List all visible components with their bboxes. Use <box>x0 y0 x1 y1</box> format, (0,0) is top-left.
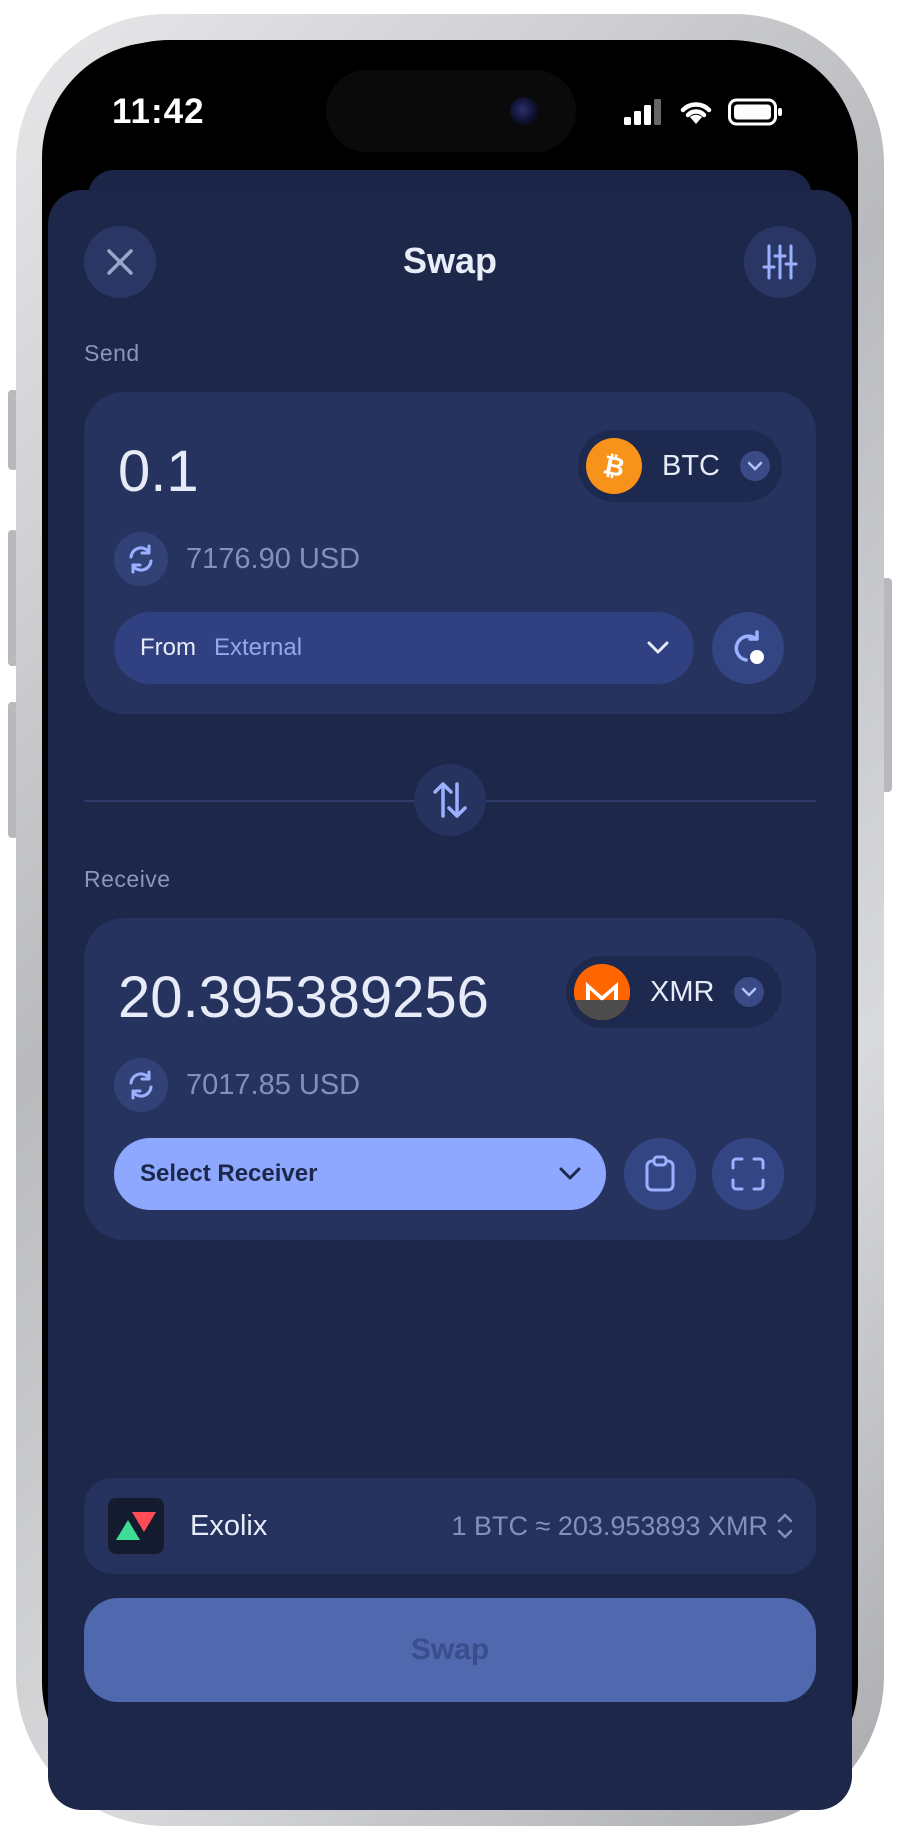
from-value: External <box>214 634 303 661</box>
wifi-icon <box>680 102 712 124</box>
status-icons <box>624 98 784 126</box>
sliders-icon <box>762 244 798 280</box>
receive-card: 20.395389256 XMR 7017.85 USD Select Rece… <box>84 918 816 1240</box>
send-usd-value: 7176.90 USD <box>186 542 361 575</box>
refresh-icon[interactable] <box>114 532 168 586</box>
swap-arrows-icon <box>433 782 467 818</box>
receive-coin-symbol: XMR <box>650 975 715 1008</box>
from-label: From <box>140 634 196 661</box>
chevron-down-icon <box>559 1167 581 1180</box>
switch-direction-button[interactable] <box>414 764 486 836</box>
camera-icon <box>510 97 538 125</box>
chevron-down-icon <box>740 451 770 481</box>
provider-selector[interactable]: Exolix 1 BTC ≈ 203.953893 XMR <box>84 1478 816 1574</box>
receive-usd-row: 7017.85 USD <box>114 1058 360 1112</box>
select-receiver-button[interactable]: Select Receiver <box>114 1138 606 1210</box>
receive-usd-value: 7017.85 USD <box>186 1068 361 1101</box>
chevron-down-icon <box>647 641 669 654</box>
provider-name: Exolix <box>190 1509 268 1542</box>
send-usd-row: 7176.90 USD <box>114 532 360 586</box>
receive-amount: 20.395389256 <box>118 965 489 1030</box>
send-label: Send <box>84 340 140 366</box>
send-coin-selector[interactable]: ₿ BTC <box>578 430 782 502</box>
send-card: 0.1 ₿ BTC 7176.90 USD From External <box>84 392 816 714</box>
settings-button[interactable] <box>744 226 816 298</box>
clipboard-icon <box>645 1155 675 1192</box>
refresh-dot-icon <box>734 630 764 664</box>
select-receiver-label: Select Receiver <box>140 1160 318 1187</box>
receive-coin-selector[interactable]: XMR <box>566 956 782 1028</box>
battery-icon <box>728 98 782 126</box>
refund-address-button[interactable] <box>712 612 784 684</box>
exolix-logo-icon <box>108 1498 164 1554</box>
svg-text:₿: ₿ <box>600 450 627 483</box>
monero-icon <box>574 964 630 1020</box>
bitcoin-icon: ₿ <box>586 438 642 494</box>
signal-icon <box>624 99 661 125</box>
exchange-rate: 1 BTC ≈ 203.953893 XMR <box>451 1510 769 1541</box>
refresh-icon[interactable] <box>114 1058 168 1112</box>
scan-qr-button[interactable] <box>712 1138 784 1210</box>
paste-button[interactable] <box>624 1138 696 1210</box>
scan-icon <box>731 1157 765 1191</box>
receive-label: Receive <box>84 866 171 892</box>
chevron-down-icon <box>734 977 765 1007</box>
dynamic-island <box>326 70 576 152</box>
sort-icon <box>777 1513 793 1539</box>
swap-button[interactable]: Swap <box>84 1598 816 1702</box>
status-time: 11:42 <box>112 92 205 131</box>
from-selector[interactable]: From External <box>114 612 694 684</box>
send-coin-symbol: BTC <box>662 449 720 482</box>
send-amount-input[interactable]: 0.1 <box>118 438 199 505</box>
